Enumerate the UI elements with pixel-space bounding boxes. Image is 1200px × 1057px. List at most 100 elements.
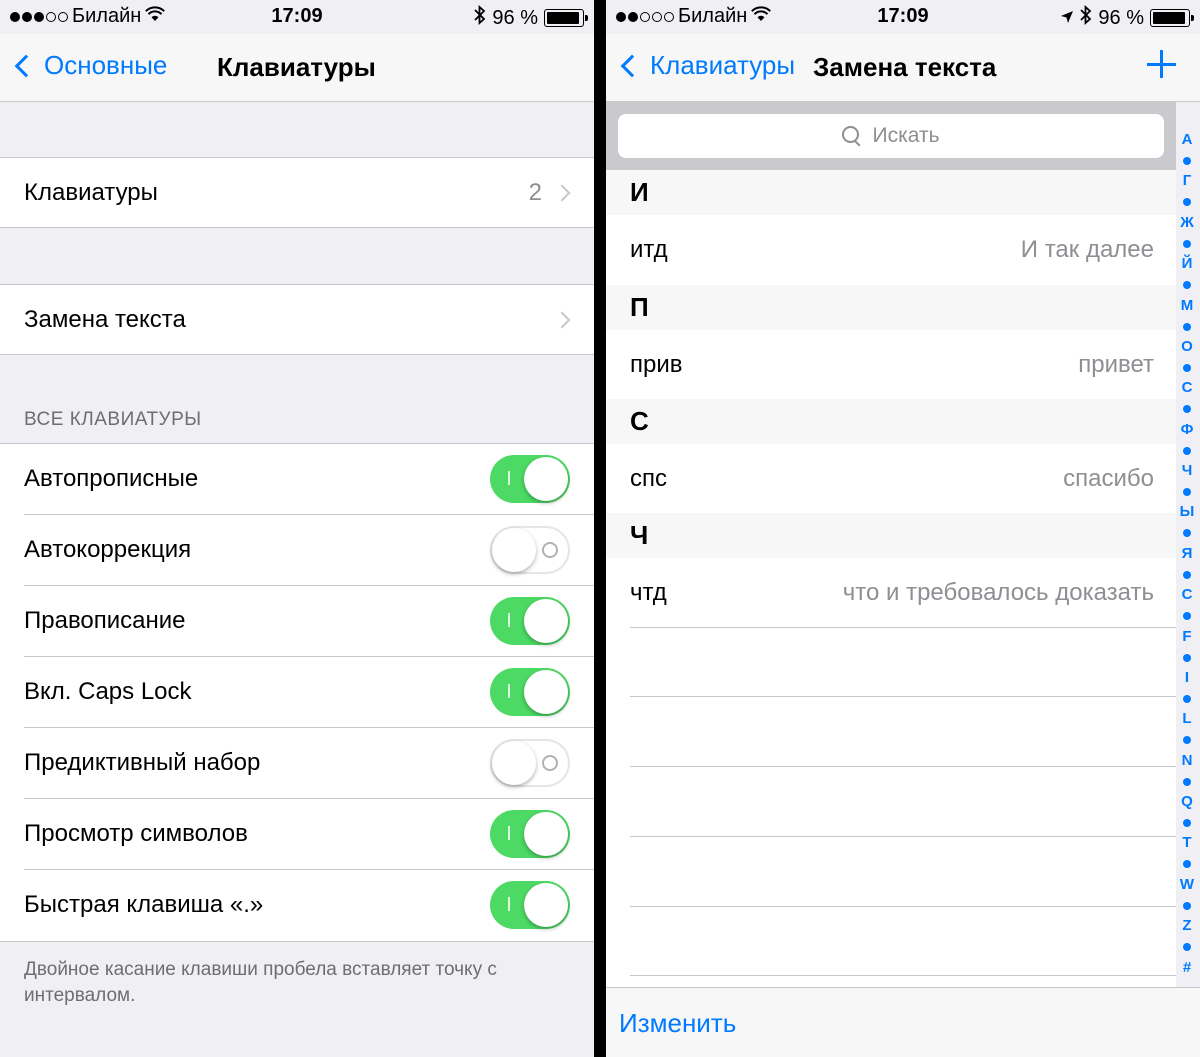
bluetooth-icon: [474, 4, 486, 31]
index-letter[interactable]: Ч: [1182, 461, 1193, 482]
section-header-ch: Ч: [606, 513, 1176, 558]
index-dot: [1183, 819, 1191, 828]
divider: [630, 627, 1176, 628]
navigation-bar: Основные Клавиатуры: [0, 34, 594, 102]
index-letter[interactable]: Ф: [1181, 420, 1194, 441]
toggle-row-character-preview: Просмотр символов: [24, 799, 594, 869]
phrase: спасибо: [1063, 464, 1154, 492]
index-letter[interactable]: А: [1182, 130, 1193, 151]
shortcut: чтд: [630, 578, 667, 606]
edit-button[interactable]: Изменить: [619, 1008, 736, 1039]
divider: [630, 696, 1176, 697]
keyboards-count: 2: [528, 179, 542, 206]
index-letter[interactable]: Я: [1182, 544, 1193, 565]
toggle-row-autocapitalization: Автопрописные: [24, 444, 594, 514]
back-button-label: Клавиатуры: [650, 50, 796, 80]
index-dot: [1183, 860, 1191, 869]
index-letter[interactable]: L: [1182, 709, 1191, 730]
section-header-p: П: [606, 285, 1176, 330]
index-letter[interactable]: #: [1183, 958, 1191, 979]
status-bar: Билайн 17:09 96 %: [606, 0, 1200, 34]
index-dot: [1183, 198, 1191, 207]
text-replacement-screen: Билайн 17:09 96 % Клавиатуры Замена текс…: [606, 0, 1200, 1057]
index-letter[interactable]: Й: [1182, 254, 1193, 275]
index-letter[interactable]: F: [1182, 627, 1191, 648]
index-letter[interactable]: Г: [1183, 171, 1192, 192]
spellcheck-switch[interactable]: [490, 597, 570, 645]
toggle-row-autocorrection: Автокоррекция: [24, 515, 594, 585]
list-item[interactable]: чтд что и требовалось доказать: [630, 558, 1176, 627]
location-arrow-icon: [1060, 7, 1074, 30]
battery-icon: [1150, 9, 1194, 27]
index-letter[interactable]: I: [1185, 668, 1189, 689]
divider: [630, 766, 1176, 767]
section-header-i: И: [606, 170, 1176, 215]
bluetooth-icon: [1080, 4, 1092, 31]
index-dot: [1183, 446, 1191, 455]
index-letter[interactable]: N: [1182, 751, 1193, 772]
chevron-left-icon: [620, 54, 644, 77]
period-shortcut-switch[interactable]: [490, 881, 570, 929]
toggle-row-spellcheck: Правописание: [24, 586, 594, 656]
list-item[interactable]: итд И так далее: [630, 215, 1176, 284]
index-dot: [1183, 694, 1191, 703]
index-letter[interactable]: Z: [1182, 916, 1191, 937]
caps-lock-switch[interactable]: [490, 668, 570, 716]
index-dot: [1183, 363, 1191, 372]
index-dot: [1183, 405, 1191, 414]
search-placeholder: Искать: [872, 124, 940, 147]
index-letter[interactable]: T: [1182, 833, 1191, 854]
keyboards-cell[interactable]: Клавиатуры 2: [24, 158, 594, 228]
index-dot: [1183, 777, 1191, 786]
autocorrection-switch[interactable]: [490, 526, 570, 574]
chevron-left-icon: [14, 54, 38, 77]
back-button[interactable]: Клавиатуры: [618, 50, 795, 81]
index-letter[interactable]: С: [1182, 378, 1193, 399]
index-letter[interactable]: О: [1181, 337, 1193, 358]
index-letter[interactable]: Ы: [1180, 502, 1195, 523]
index-dot: [1183, 488, 1191, 497]
page-title: Клавиатуры: [217, 52, 376, 82]
shortcut: спс: [630, 464, 667, 492]
autocapitalization-switch[interactable]: [490, 455, 570, 503]
text-replacement-cell[interactable]: Замена текста: [24, 285, 594, 355]
footer-note: Двойное касание клавиши пробела вставляе…: [24, 959, 497, 1006]
toggle-row-caps-lock: Вкл. Caps Lock: [24, 657, 594, 727]
text-replacement-list: И итд И так далее П прив привет С спс сп…: [606, 170, 1176, 987]
phrase: И так далее: [1020, 235, 1154, 263]
section-index[interactable]: А Г Ж Й М О С Ф Ч Ы Я C F I L N Q T W Z #: [1176, 130, 1198, 978]
index-letter[interactable]: М: [1181, 296, 1194, 317]
navigation-bar: Клавиатуры Замена текста: [606, 34, 1200, 102]
list-item[interactable]: спс спасибо: [630, 444, 1176, 513]
section-header-s: С: [606, 399, 1176, 444]
index-letter[interactable]: Q: [1181, 792, 1193, 813]
index-dot: [1183, 239, 1191, 248]
index-dot: [1183, 529, 1191, 538]
index-dot: [1183, 612, 1191, 621]
keyboard-toggles-group: Автопрописные Автокоррекция Правописание…: [0, 443, 594, 942]
keyboards-settings-screen: Билайн 17:09 96 % Основные Клавиатуры Кл…: [0, 0, 594, 1057]
search-input[interactable]: Искать: [618, 114, 1164, 158]
text-replacement-cell-label: Замена текста: [24, 306, 186, 333]
predictive-switch[interactable]: [490, 739, 570, 787]
divider: [630, 836, 1176, 837]
index-letter[interactable]: W: [1180, 875, 1194, 896]
index-letter[interactable]: Ж: [1180, 213, 1194, 234]
search-icon: [842, 126, 862, 146]
index-letter[interactable]: C: [1182, 585, 1193, 606]
back-button[interactable]: Основные: [12, 50, 167, 81]
phrase: что и требовалось доказать: [842, 578, 1154, 606]
add-icon[interactable]: [1146, 48, 1176, 78]
index-dot: [1183, 943, 1191, 952]
index-dot: [1183, 901, 1191, 910]
divider: [630, 906, 1176, 907]
character-preview-switch[interactable]: [490, 810, 570, 858]
chevron-right-icon: [553, 184, 571, 202]
index-dot: [1183, 322, 1191, 331]
search-bar: Искать: [606, 102, 1176, 170]
phrase: привет: [1078, 350, 1154, 378]
index-dot: [1183, 653, 1191, 662]
index-dot: [1183, 157, 1191, 166]
battery-percent: 96 %: [1098, 6, 1144, 29]
list-item[interactable]: прив привет: [630, 330, 1176, 399]
